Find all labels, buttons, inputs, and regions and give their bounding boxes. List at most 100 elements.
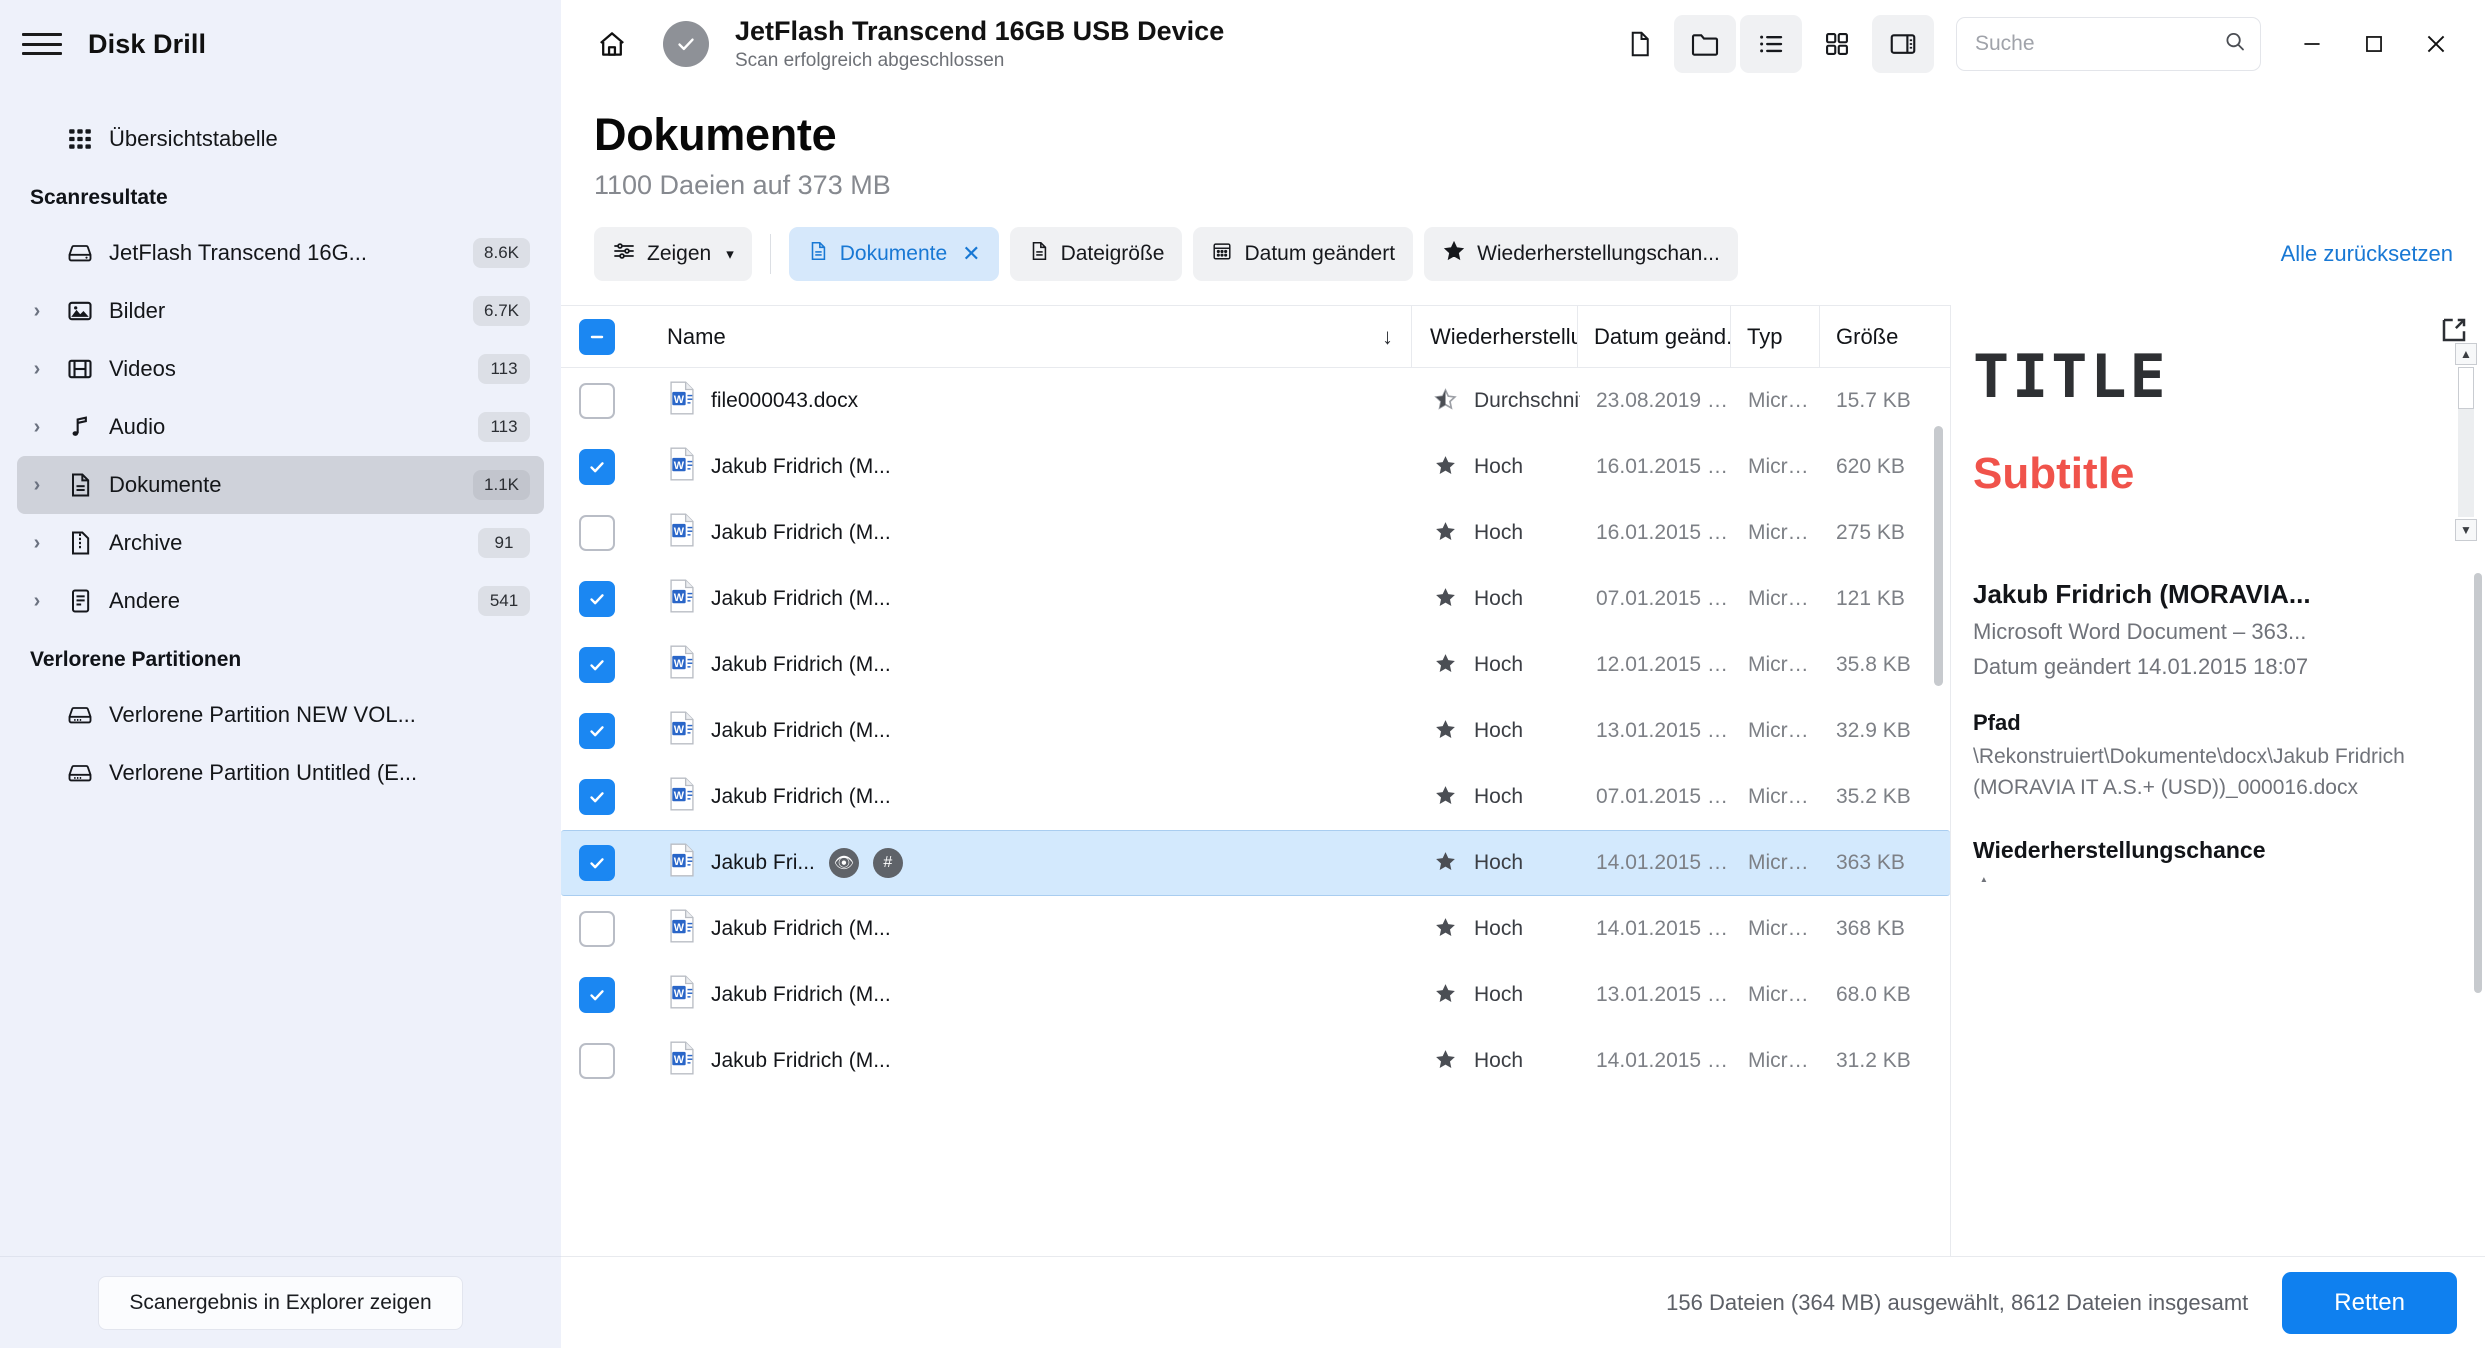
close-button[interactable] xyxy=(2405,14,2467,74)
cell-recovery-chance: Hoch xyxy=(1415,1047,1580,1076)
document-icon xyxy=(807,240,829,268)
table-row[interactable]: W Jakub Fridrich (M... Hoch 16.01.2015 22:3… xyxy=(561,500,1950,566)
word-file-icon: W xyxy=(667,711,697,751)
scroll-down-icon[interactable]: ▼ xyxy=(2455,519,2477,542)
row-checkbox[interactable] xyxy=(579,911,615,948)
chevron-right-icon[interactable]: › xyxy=(17,300,57,323)
minimize-button[interactable] xyxy=(2281,14,2343,74)
table-row[interactable]: W Jakub Fridrich (M... Hoch 14.01.2015 16:5… xyxy=(561,896,1950,962)
filter-chip-wiederherstellungschance[interactable]: Wiederherstellungschan... xyxy=(1424,227,1738,282)
row-checkbox[interactable] xyxy=(579,1043,615,1080)
filter-chip-dateigroesse[interactable]: Dateigröße xyxy=(1009,227,1183,282)
rescue-button[interactable]: Retten xyxy=(2282,1271,2457,1334)
sidebar-item-label: Verlorene Partition Untitled (E... xyxy=(109,760,418,785)
search-input[interactable] xyxy=(1956,17,2261,71)
preview-eye-icon[interactable]: 👁 xyxy=(828,848,859,879)
show-filter-dropdown[interactable]: Zeigen ▾ xyxy=(594,227,752,282)
sidebar-item-archive[interactable]: › Archive 91 xyxy=(17,514,544,572)
row-checkbox[interactable] xyxy=(579,449,615,486)
row-checkbox[interactable] xyxy=(579,845,615,882)
grid-view-icon[interactable] xyxy=(1806,15,1868,73)
preview-scroll-thumb[interactable] xyxy=(2458,367,2474,410)
row-checkbox[interactable] xyxy=(579,581,615,618)
grid-icon xyxy=(57,126,103,152)
table-row[interactable]: W Jakub Fridrich (M... Hoch 07.01.2015 22:1… xyxy=(561,764,1950,830)
list-view-icon[interactable] xyxy=(1740,15,1802,73)
row-checkbox-cell xyxy=(579,977,647,1014)
word-file-icon: W xyxy=(667,975,697,1015)
table-row[interactable]: W Jakub Fri... 👁 # Hoch 14.01.2015 18:07 Micro… xyxy=(561,830,1950,897)
scroll-up-icon[interactable]: ▲ xyxy=(2455,343,2477,366)
home-icon[interactable] xyxy=(581,15,643,73)
svg-text:W: W xyxy=(674,592,685,604)
svg-text:W: W xyxy=(674,460,685,472)
select-all-checkbox[interactable] xyxy=(579,318,615,355)
preview-chance-value-clipped: ▲ xyxy=(1973,870,2463,882)
sidebar-item-andere[interactable]: › Andere 541 xyxy=(17,572,544,630)
sidebar-item-label: Videos xyxy=(109,356,176,381)
row-checkbox[interactable] xyxy=(579,647,615,684)
cell-size: 275 KB xyxy=(1836,521,1905,545)
column-header-date-modified[interactable]: Datum geänd... xyxy=(1578,324,1730,350)
filter-chip-dokumente[interactable]: Dokumente ✕ xyxy=(788,227,999,282)
sidebar-footer: Scanergebnis in Explorer zeigen xyxy=(0,1256,561,1348)
table-row[interactable]: W Jakub Fridrich (M... Hoch 13.01.2015 23:2… xyxy=(561,962,1950,1028)
table-row[interactable]: W Jakub Fridrich (M... Hoch 07.01.2015 21:2… xyxy=(561,566,1950,632)
sidebar-item-videos[interactable]: › Videos 113 xyxy=(17,340,544,398)
preview-file-meta: Microsoft Word Document – 363... xyxy=(1973,619,2307,645)
star-icon xyxy=(1442,239,1466,269)
recovery-star-icon xyxy=(1433,585,1458,614)
chevron-right-icon[interactable]: › xyxy=(17,590,57,613)
table-row[interactable]: W Jakub Fridrich (M... Hoch 14.01.2015 19:1… xyxy=(561,1028,1950,1094)
preview-scroll-track[interactable] xyxy=(2458,367,2474,518)
column-header-type[interactable]: Typ xyxy=(1731,324,1819,350)
table-row[interactable]: W Jakub Fridrich (M... Hoch 16.01.2015 22:4… xyxy=(561,434,1950,500)
sidebar-item-audio[interactable]: › Audio 113 xyxy=(17,398,544,456)
sidebar-item-dokumente[interactable]: › Dokumente 1.1K xyxy=(17,456,544,514)
filter-chip-label: Dokumente xyxy=(839,242,948,266)
recovery-star-icon xyxy=(1433,453,1458,482)
show-scan-result-in-explorer-button[interactable]: Scanergebnis in Explorer zeigen xyxy=(98,1275,463,1330)
column-header-size[interactable]: Größe xyxy=(1820,324,1950,350)
preview-info-scrollbar-thumb[interactable] xyxy=(2474,573,2482,994)
folder-view-icon[interactable] xyxy=(1674,15,1736,73)
cell-size: 32.9 KB xyxy=(1836,719,1911,743)
table-scrollbar-thumb[interactable] xyxy=(1934,426,1943,687)
sidebar-item-overview[interactable]: Übersichtstabelle xyxy=(17,110,544,168)
column-header-name[interactable]: Name ↓ xyxy=(647,324,1411,350)
table-row[interactable]: W Jakub Fridrich (M... Hoch 12.01.2015 18:4… xyxy=(561,632,1950,698)
table-row[interactable]: W Jakub Fridrich (M... Hoch 13.01.2015 23:1… xyxy=(561,698,1950,764)
column-header-recovery-chance[interactable]: Wiederherstellu... xyxy=(1412,324,1577,350)
chevron-right-icon[interactable]: › xyxy=(17,474,57,497)
preview-file-name: Jakub Fridrich (MORAVIA... xyxy=(1973,579,2311,610)
sidebar-item-jetflash[interactable]: JetFlash Transcend 16G... 8.6K xyxy=(17,224,544,282)
reset-all-filters-link[interactable]: Alle zurücksetzen xyxy=(2281,241,2453,267)
row-checkbox[interactable] xyxy=(579,977,615,1014)
preview-document-body: TITLE Subtitle xyxy=(1951,319,2485,499)
chevron-right-icon[interactable]: › xyxy=(17,416,57,439)
document-icon xyxy=(57,471,103,499)
table-row[interactable]: Wfile000043.docx Durchschnittlic 23.08.201… xyxy=(561,368,1950,434)
maximize-button[interactable] xyxy=(2343,14,2405,74)
row-checkbox[interactable] xyxy=(579,779,615,816)
row-checkbox[interactable] xyxy=(579,383,615,420)
sidebar-item-lost-partition-new-vol[interactable]: Verlorene Partition NEW VOL... xyxy=(17,686,544,744)
row-checkbox[interactable] xyxy=(579,713,615,750)
file-view-icon[interactable] xyxy=(1608,15,1670,73)
recovery-chance-text: Hoch xyxy=(1474,983,1524,1007)
cell-type: Micros... xyxy=(1748,587,1820,611)
sidebar-item-bilder[interactable]: › Bilder 6.7K xyxy=(17,282,544,340)
sidebar-item-badge: 113 xyxy=(478,412,530,442)
preview-file-date: Datum geändert 14.01.2015 18:07 xyxy=(1973,654,2309,680)
row-checkbox[interactable] xyxy=(579,515,615,552)
preview-scrollbar[interactable]: ▲ ▼ xyxy=(2455,343,2477,542)
toggle-preview-panel-icon[interactable] xyxy=(1872,15,1934,73)
hash-icon[interactable]: # xyxy=(872,848,903,879)
close-icon[interactable]: ✕ xyxy=(962,241,980,267)
chevron-right-icon[interactable]: › xyxy=(17,358,57,381)
filter-chip-datum-geaendert[interactable]: Datum geändert xyxy=(1193,227,1414,282)
chevron-right-icon[interactable]: › xyxy=(17,532,57,555)
hamburger-menu-icon[interactable] xyxy=(22,29,62,59)
sidebar-item-lost-partition-untitled[interactable]: Verlorene Partition Untitled (E... xyxy=(17,744,544,802)
filter-chip-label: Dateigröße xyxy=(1060,242,1165,266)
